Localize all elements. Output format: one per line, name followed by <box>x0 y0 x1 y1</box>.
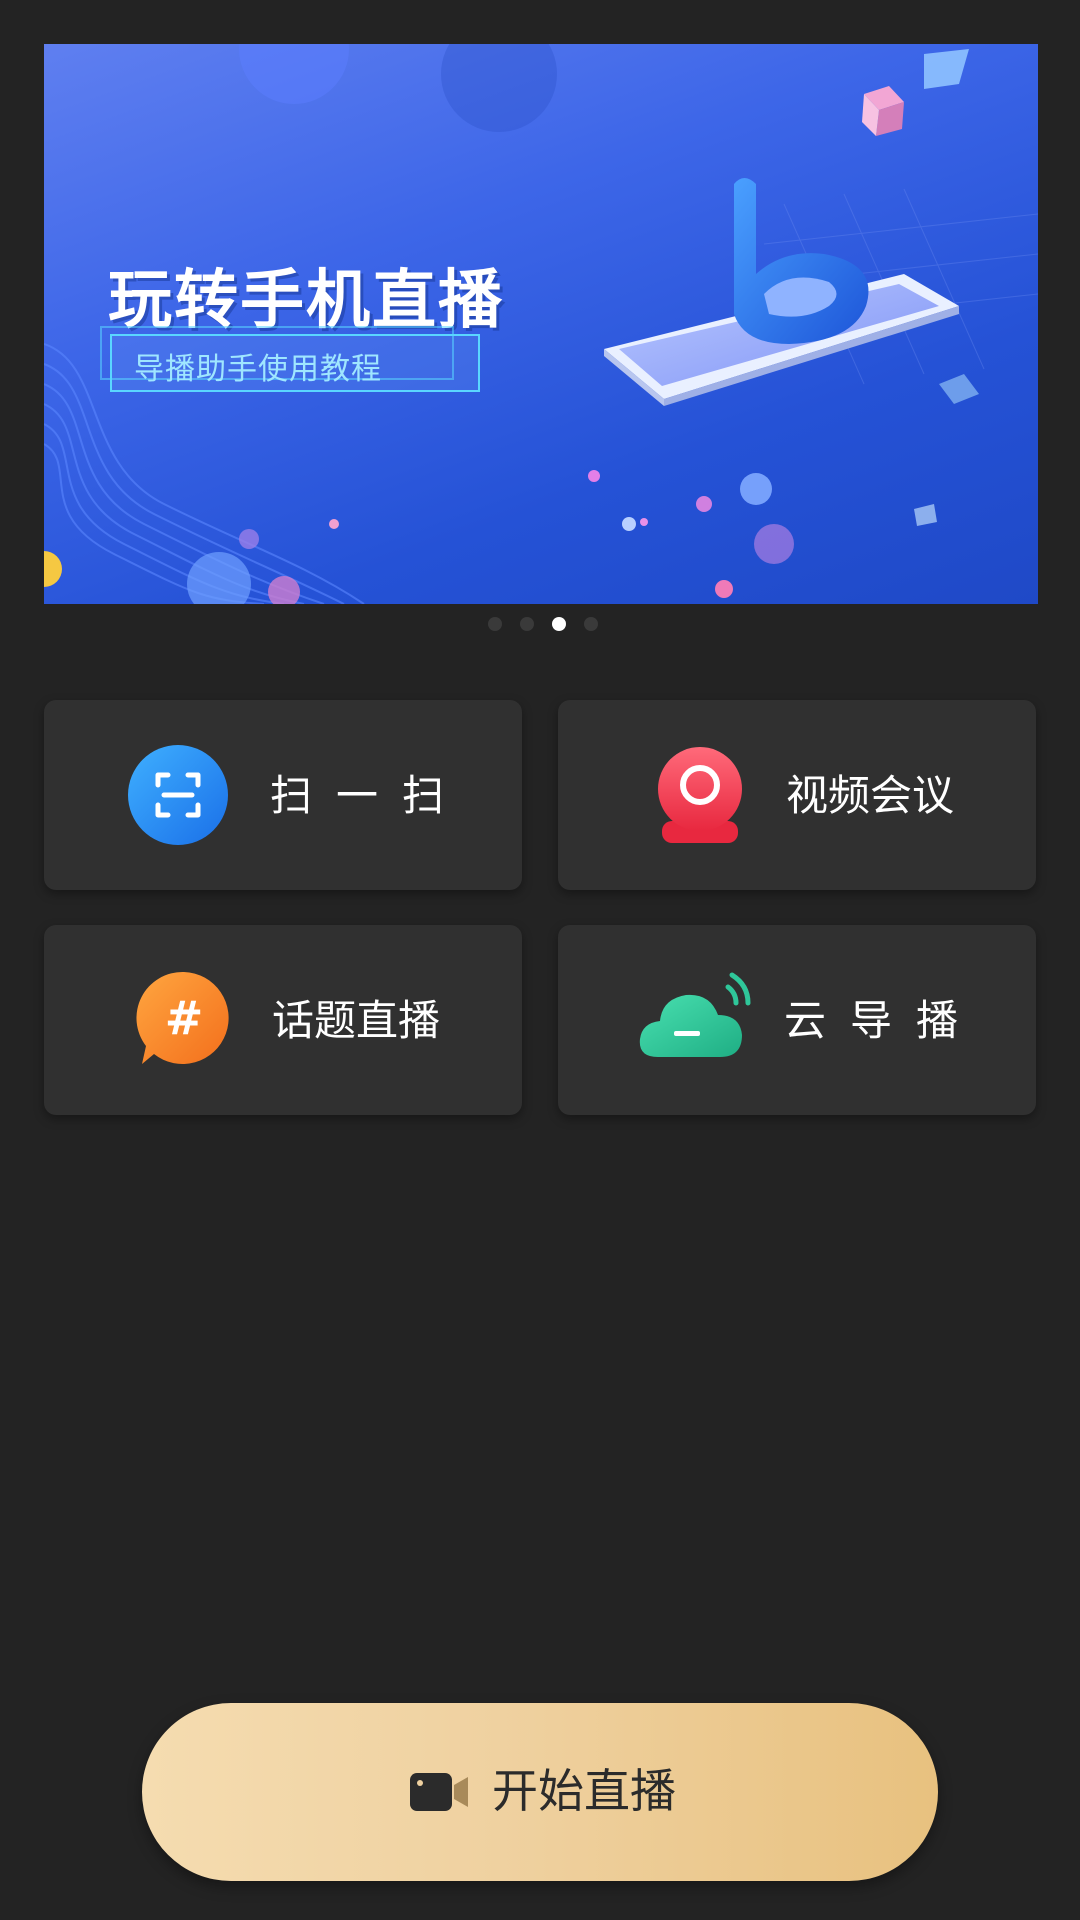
topic-live-label: 话题直播 <box>272 996 441 1045</box>
video-meeting-label: 视频会议 <box>786 771 955 820</box>
cloud-director-tile[interactable]: 云导播 <box>558 925 1036 1115</box>
carousel-dot[interactable] <box>520 617 534 631</box>
carousel-dot-active[interactable] <box>552 617 566 631</box>
svg-text:#: # <box>165 991 204 1045</box>
banner-carousel[interactable]: 玩转手机直播 导播助手使用教程 <box>44 44 1038 604</box>
cloud-director-label: 云导播 <box>784 996 983 1045</box>
cloud-signal-icon <box>639 972 751 1057</box>
banner-subtitle-box: 导播助手使用教程 <box>100 326 480 392</box>
start-live-label: 开始直播 <box>492 1764 676 1818</box>
start-live-button[interactable]: 开始直播 <box>142 1703 938 1881</box>
banner-subtitle: 导播助手使用教程 <box>134 352 382 387</box>
hashtag-chat-icon: # <box>136 971 229 1064</box>
video-meeting-tile[interactable]: 视频会议 <box>558 700 1036 890</box>
carousel-dot[interactable] <box>584 617 598 631</box>
carousel-indicator <box>0 617 1080 631</box>
topic-live-tile[interactable]: # 话题直播 <box>44 925 522 1115</box>
webcam-icon <box>658 747 742 843</box>
carousel-dot[interactable] <box>488 617 502 631</box>
scan-label: 扫一扫 <box>270 771 469 820</box>
app-screen: 玩转手机直播 导播助手使用教程 扫一扫 视频会议 # 话题直播 云导播 开始直播 <box>0 0 1080 1920</box>
scan-tile[interactable]: 扫一扫 <box>44 700 522 890</box>
scan-icon <box>128 745 228 845</box>
video-camera-icon <box>410 1773 468 1811</box>
